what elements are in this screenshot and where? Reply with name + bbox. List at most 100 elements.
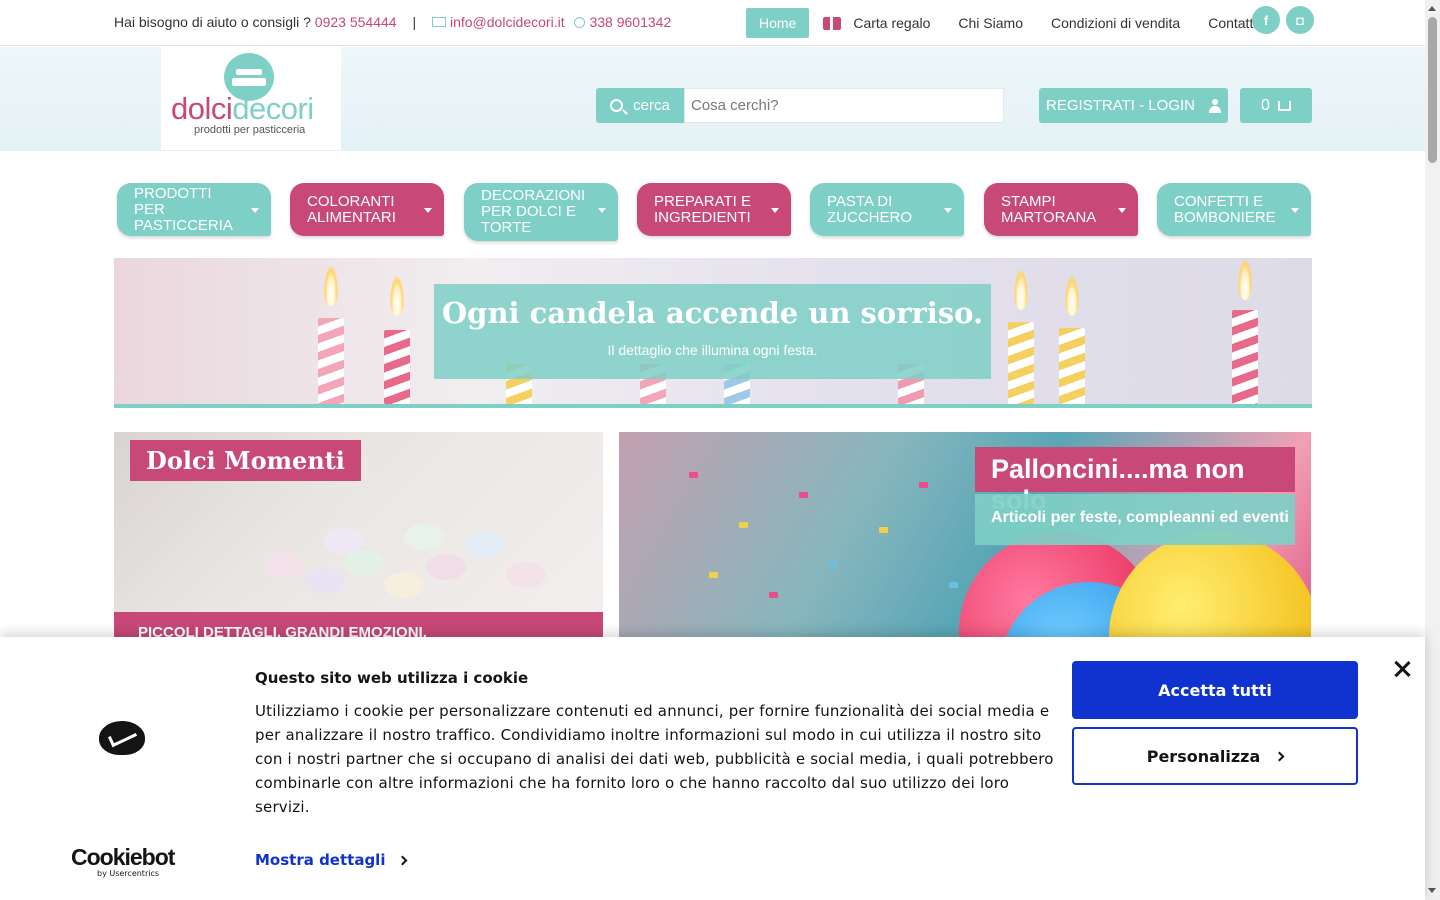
tile-dolci-momenti[interactable]: Dolci Momenti PICCOLI DETTAGLI, GRANDI E… xyxy=(114,432,603,637)
facebook-icon[interactable]: f xyxy=(1252,6,1280,34)
category-prodotti-pasticceria[interactable]: PRODOTTI PER PASTICCERIA xyxy=(117,183,271,236)
gift-card-icon xyxy=(823,16,842,30)
tile-palloncini[interactable]: Palloncini....ma non solo Articoli per f… xyxy=(619,432,1311,637)
banner-caption: Ogni candela accende un sorriso. Il dett… xyxy=(434,284,991,379)
phone-link[interactable]: 0923 554444 xyxy=(315,14,397,30)
flame-image xyxy=(324,266,338,306)
user-icon xyxy=(1208,98,1221,113)
cart-count: 0 xyxy=(1261,96,1270,114)
balloon-image xyxy=(1109,532,1311,637)
confetti-image xyxy=(689,472,698,478)
confetti-almond-image xyxy=(304,568,344,594)
caret-down-icon xyxy=(1118,208,1126,213)
confetti-almond-image xyxy=(324,528,364,554)
mobile-link[interactable]: 338 9601342 xyxy=(589,14,671,30)
top-bar: Hai bisogno di aiuto o consigli ? 0923 5… xyxy=(0,0,1425,46)
nav-about[interactable]: Chi Siamo xyxy=(958,15,1023,31)
category-label: COLORANTI ALIMENTARI xyxy=(307,192,396,226)
banner-title: Ogni candela accende un sorriso. xyxy=(441,296,984,330)
category-coloranti[interactable]: COLORANTI ALIMENTARI xyxy=(290,183,444,236)
category-confetti[interactable]: CONFETTI E BOMBONIERE xyxy=(1157,183,1311,236)
site-logo[interactable]: dolcidecori prodotti per pasticceria xyxy=(161,47,341,150)
category-pasta-zucchero[interactable]: PASTA DI ZUCCHERO xyxy=(810,183,964,236)
instagram-icon[interactable]: ◘ xyxy=(1286,6,1314,34)
envelope-icon xyxy=(431,17,446,27)
confetti-image xyxy=(949,582,958,588)
category-label: STAMPI MARTORANA xyxy=(1001,192,1097,226)
cookie-consent-banner: Questo sito web utilizza i cookie Utiliz… xyxy=(0,637,1425,900)
confetti-almond-image xyxy=(464,532,504,558)
confetti-image xyxy=(739,522,748,528)
search-button-label: cerca xyxy=(633,97,670,114)
scroll-down-icon[interactable] xyxy=(1428,888,1436,893)
show-details-label: Mostra dettagli xyxy=(255,851,386,869)
confetti-image xyxy=(799,492,808,498)
candle-image xyxy=(1059,328,1085,404)
help-line: Hai bisogno di aiuto o consigli ? 0923 5… xyxy=(114,14,671,30)
confetti-almond-image xyxy=(264,552,304,578)
email-link[interactable]: info@dolcidecori.it xyxy=(450,14,565,30)
confetti-image xyxy=(829,562,838,568)
category-label: PRODOTTI PER PASTICCERIA xyxy=(134,184,233,234)
scroll-thumb[interactable] xyxy=(1428,17,1437,163)
candle-image xyxy=(318,318,344,404)
cart-icon xyxy=(1277,100,1291,111)
nav-gift-card[interactable]: Carta regalo xyxy=(823,15,930,31)
category-label: CONFETTI E BOMBONIERE xyxy=(1174,192,1276,226)
site-header: dolcidecori prodotti per pasticceria cer… xyxy=(0,47,1425,151)
tile-palloncini-subtitle: Articoli per feste, compleanni ed eventi xyxy=(975,494,1295,545)
search-icon xyxy=(610,99,624,112)
caret-down-icon xyxy=(251,208,259,213)
search-input[interactable] xyxy=(684,88,1004,123)
customize-button[interactable]: Personalizza xyxy=(1072,727,1358,785)
banner-subtitle: Il dettaglio che illumina ogni festa. xyxy=(607,342,818,358)
category-decorazioni[interactable]: DECORAZIONI PER DOLCI E TORTE xyxy=(464,183,618,241)
confetti-almond-image xyxy=(506,562,546,588)
flame-image xyxy=(1014,270,1028,310)
cookiebot-brand[interactable]: Cookiebot by Usercentrics xyxy=(71,844,175,878)
caret-down-icon xyxy=(598,208,606,213)
confetti-almond-image xyxy=(404,524,444,550)
category-label: PREPARATI E INGREDIENTI xyxy=(654,192,751,226)
confetti-image xyxy=(769,592,778,598)
top-nav: Home Carta regalo Chi Siamo Condizioni d… xyxy=(746,8,1284,38)
cart-button[interactable]: 0 xyxy=(1240,88,1312,123)
search-button[interactable]: cerca xyxy=(596,88,684,123)
confetti-almond-image xyxy=(384,572,424,598)
cookie-title: Questo sito web utilizza i cookie xyxy=(255,669,529,687)
tile-dolci-title: Dolci Momenti xyxy=(130,440,361,481)
candle-image xyxy=(384,330,410,404)
whatsapp-icon xyxy=(574,17,586,28)
help-text: Hai bisogno di aiuto o consigli ? xyxy=(114,14,311,30)
nav-home[interactable]: Home xyxy=(746,8,810,38)
caret-down-icon xyxy=(771,208,779,213)
scroll-up-icon[interactable] xyxy=(1428,6,1436,11)
chevron-right-icon xyxy=(398,855,408,866)
separator: | xyxy=(412,14,417,30)
login-button[interactable]: REGISTRATI - LOGIN xyxy=(1039,88,1228,123)
category-label: PASTA DI ZUCCHERO xyxy=(827,192,912,226)
candle-image xyxy=(1232,310,1258,404)
page-scrollbar[interactable] xyxy=(1425,0,1440,900)
hero-banner[interactable]: Ogni candela accende un sorriso. Il dett… xyxy=(114,258,1312,408)
tile-palloncini-title: Palloncini....ma non solo xyxy=(975,447,1295,515)
category-preparati[interactable]: PREPARATI E INGREDIENTI xyxy=(637,183,791,236)
flame-image xyxy=(1065,276,1079,316)
accept-all-button[interactable]: Accetta tutti xyxy=(1072,661,1358,719)
nav-gift-card-label: Carta regalo xyxy=(853,15,931,31)
close-icon[interactable] xyxy=(1392,659,1412,679)
customize-label: Personalizza xyxy=(1146,746,1261,766)
nav-terms[interactable]: Condizioni di vendita xyxy=(1051,15,1180,31)
category-label: DECORAZIONI PER DOLCI E TORTE xyxy=(481,187,586,236)
caret-down-icon xyxy=(1291,208,1299,213)
cookiebot-logo-icon xyxy=(99,721,145,755)
confetti-almond-image xyxy=(344,550,384,576)
show-details-link[interactable]: Mostra dettagli xyxy=(255,851,408,869)
confetti-image xyxy=(709,572,718,578)
logo-wordmark: dolcidecori xyxy=(171,91,314,126)
confetti-image xyxy=(879,527,888,533)
category-stampi-martorana[interactable]: STAMPI MARTORANA xyxy=(984,183,1138,236)
confetti-almond-image xyxy=(426,554,466,580)
nav-contacts[interactable]: Contatti xyxy=(1208,15,1256,31)
confetti-image xyxy=(919,482,928,488)
